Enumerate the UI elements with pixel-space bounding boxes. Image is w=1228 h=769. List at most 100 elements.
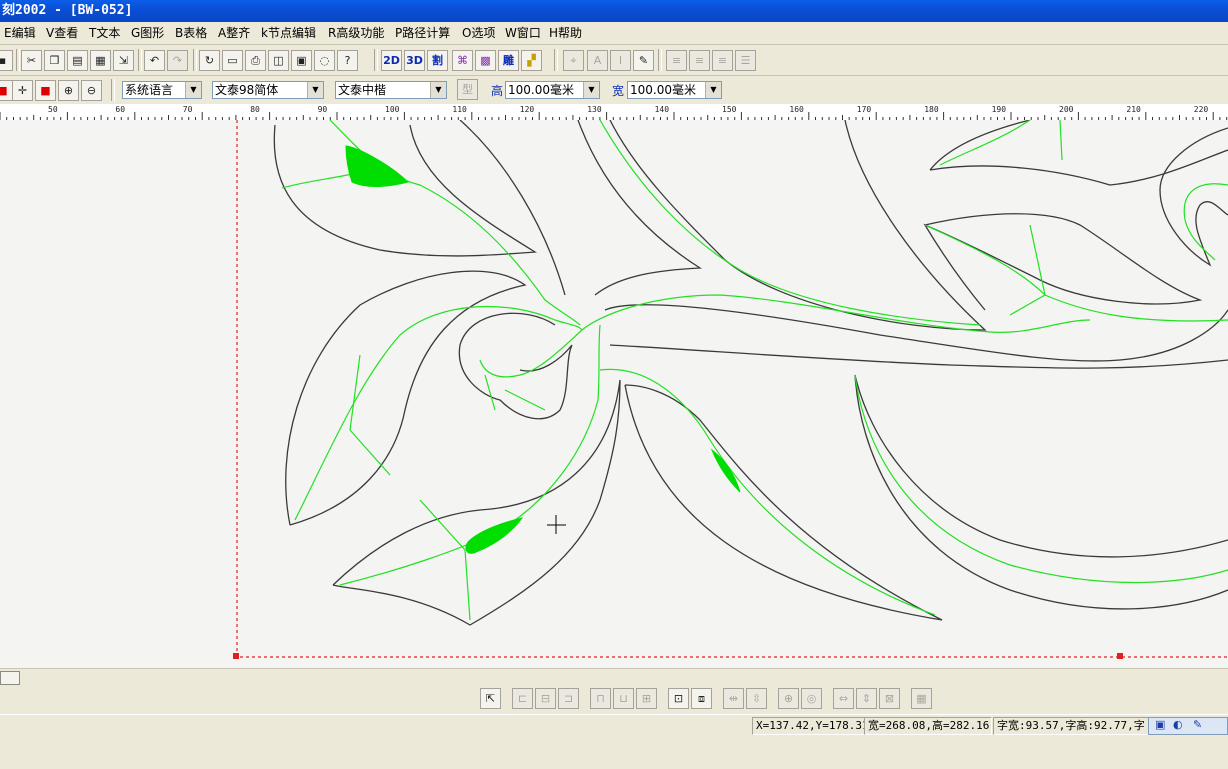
font-select[interactable]: 文泰98简体 ▼ bbox=[212, 81, 324, 99]
layer-color-icon[interactable]: ▞ bbox=[521, 50, 542, 71]
menu-graphics[interactable]: G图形 bbox=[131, 26, 164, 41]
move-cross-icon[interactable]: ✛ bbox=[12, 80, 33, 101]
align-vertical-center-icon[interactable]: ⊞ bbox=[636, 688, 657, 709]
menu-path-calc[interactable]: P路径计算 bbox=[395, 26, 450, 41]
cursor-select-icon[interactable]: ⇱ bbox=[480, 688, 501, 709]
print-preview-icon[interactable]: ◫ bbox=[268, 50, 289, 71]
ruler-tick-label: 190 bbox=[992, 105, 1007, 114]
menu-window[interactable]: W窗口 bbox=[505, 26, 541, 41]
page-corner-marker bbox=[233, 653, 239, 659]
path-tool-icon[interactable]: ⌘ bbox=[452, 50, 473, 71]
paste-icon[interactable]: ▤ bbox=[67, 50, 88, 71]
help-question-icon[interactable]: ? bbox=[337, 50, 358, 71]
hatch-fill-icon[interactable]: ▩ bbox=[475, 50, 496, 71]
ruler-tick-label: 180 bbox=[924, 105, 939, 114]
align-right-edge-icon[interactable]: ⊐ bbox=[558, 688, 579, 709]
ruler-tick-label: 160 bbox=[789, 105, 804, 114]
center-both-icon[interactable]: ⧈ bbox=[691, 688, 712, 709]
menu-view[interactable]: V查看 bbox=[46, 26, 78, 41]
drawing-canvas[interactable] bbox=[0, 120, 1228, 668]
same-width-icon[interactable]: ⇔ bbox=[833, 688, 854, 709]
menu-edit[interactable]: E编辑 bbox=[4, 26, 36, 41]
import-icon[interactable]: ⇲ bbox=[113, 50, 134, 71]
ruler-tick-label: 170 bbox=[857, 105, 872, 114]
ime-punct-icon[interactable]: ✎ bbox=[1193, 718, 1202, 731]
menu-table[interactable]: B表格 bbox=[175, 26, 207, 41]
chevron-down-icon[interactable]: ▼ bbox=[307, 82, 323, 98]
circle-icon[interactable]: ◎ bbox=[801, 688, 822, 709]
grid-icon[interactable]: ▦ bbox=[911, 688, 932, 709]
outline-leaf-bottom-center bbox=[624, 384, 943, 621]
chevron-down-icon[interactable]: ▼ bbox=[705, 82, 721, 98]
zoom-out-icon[interactable]: ⊖ bbox=[81, 80, 102, 101]
vector-artwork[interactable] bbox=[0, 120, 1228, 668]
cut-icon[interactable]: ✂ bbox=[21, 50, 42, 71]
engrave-output-button[interactable]: 雕 bbox=[498, 50, 519, 71]
tip-bulb-icon[interactable]: ◌ bbox=[314, 50, 335, 71]
menu-advanced[interactable]: R高级功能 bbox=[328, 26, 384, 41]
language-select[interactable]: 系统语言 ▼ bbox=[122, 81, 202, 99]
view-3d-button[interactable]: 3D bbox=[404, 50, 425, 71]
horizontal-ruler[interactable]: 50 60 70 80 90 100 110 120 130 140 150 160 170 180 190… bbox=[0, 104, 1228, 121]
distribute-vertical-icon[interactable]: ⇳ bbox=[746, 688, 767, 709]
align-horizontal-center-icon[interactable]: ⊟ bbox=[535, 688, 556, 709]
fit-text-icon[interactable]: ⌖ bbox=[563, 50, 584, 71]
horizontal-scrollbar[interactable] bbox=[0, 668, 1228, 687]
page-setup-icon[interactable]: ▭ bbox=[222, 50, 243, 71]
style-select-value: 文泰中楷 bbox=[338, 83, 387, 97]
style-select[interactable]: 文泰中楷 ▼ bbox=[335, 81, 447, 99]
color-red-icon[interactable]: ■ bbox=[35, 80, 56, 101]
menu-align[interactable]: A整齐 bbox=[218, 26, 250, 41]
align-right-icon[interactable]: ≡ bbox=[712, 50, 733, 71]
type-button[interactable]: 型 bbox=[457, 79, 478, 100]
status-coords: X=137.42,Y=178.31 bbox=[752, 717, 867, 735]
outline-leaf-top-left bbox=[273, 124, 538, 257]
text-edit-icon[interactable]: ✎ bbox=[633, 50, 654, 71]
align-left-edge-icon[interactable]: ⊏ bbox=[512, 688, 533, 709]
align-bottom-edge-icon[interactable]: ⊔ bbox=[613, 688, 634, 709]
justify-icon[interactable]: ☰ bbox=[735, 50, 756, 71]
menu-text[interactable]: T文本 bbox=[89, 26, 120, 41]
center-on-page-icon[interactable]: ⊡ bbox=[668, 688, 689, 709]
group-icon[interactable]: ⊕ bbox=[778, 688, 799, 709]
status-size: 宽=268.08,高=282.16 bbox=[864, 717, 992, 735]
height-input-value: 100.00毫米 bbox=[508, 83, 574, 97]
print-icon[interactable]: ⎙ bbox=[245, 50, 266, 71]
same-size-icon[interactable]: ⊠ bbox=[879, 688, 900, 709]
align-left-icon[interactable]: ≡ bbox=[666, 50, 687, 71]
ruler-tick-label: 90 bbox=[318, 105, 328, 114]
menu-node-edit[interactable]: k节点编辑 bbox=[261, 26, 316, 41]
cut-output-button[interactable]: 割 bbox=[427, 50, 448, 71]
menu-help[interactable]: H帮助 bbox=[549, 26, 582, 41]
same-height-icon[interactable]: ⇕ bbox=[856, 688, 877, 709]
main-toolbar: ▪ ✂ ❐ ▤ ▦ ⇲ ↶ ↷ ↻ ▭ ⎙ ◫ ▣ ◌ ? 2D 3D 割 ⌘ … bbox=[0, 45, 1228, 76]
height-input[interactable]: 100.00毫米 ▼ bbox=[505, 81, 600, 99]
width-input[interactable]: 100.00毫米 ▼ bbox=[627, 81, 722, 99]
properties-icon[interactable]: ▣ bbox=[291, 50, 312, 71]
distribute-horizontal-icon[interactable]: ⇹ bbox=[723, 688, 744, 709]
refresh-icon[interactable]: ↻ bbox=[199, 50, 220, 71]
align-top-edge-icon[interactable]: ⊓ bbox=[590, 688, 611, 709]
chevron-down-icon[interactable]: ▼ bbox=[185, 82, 201, 98]
outline-curl-small bbox=[458, 312, 573, 420]
undo-icon[interactable]: ↶ bbox=[144, 50, 165, 71]
copy-icon[interactable]: ❐ bbox=[44, 50, 65, 71]
toolbar-separator bbox=[554, 49, 558, 71]
paste-special-icon[interactable]: ▦ bbox=[90, 50, 111, 71]
chevron-down-icon[interactable]: ▼ bbox=[583, 82, 599, 98]
align-center-icon[interactable]: ≡ bbox=[689, 50, 710, 71]
centerline-curl-right bbox=[1183, 183, 1228, 261]
scrollbar-thumb[interactable] bbox=[0, 671, 20, 685]
redo-icon[interactable]: ↷ bbox=[167, 50, 188, 71]
ime-chinese-icon[interactable]: ◐ bbox=[1173, 718, 1183, 731]
chevron-down-icon[interactable]: ▼ bbox=[430, 82, 446, 98]
outline-leaf-right bbox=[923, 213, 1203, 311]
zoom-in-icon[interactable]: ⊕ bbox=[58, 80, 79, 101]
save-icon[interactable]: ▪ bbox=[0, 50, 13, 71]
view-2d-button[interactable]: 2D bbox=[381, 50, 402, 71]
ime-indicator[interactable]: ▣ ◐ ✎ bbox=[1148, 717, 1228, 735]
menu-options[interactable]: O选项 bbox=[462, 26, 495, 41]
italic-icon[interactable]: I bbox=[610, 50, 631, 71]
ime-mode-icon[interactable]: ▣ bbox=[1155, 718, 1165, 731]
text-outline-icon[interactable]: A bbox=[587, 50, 608, 71]
